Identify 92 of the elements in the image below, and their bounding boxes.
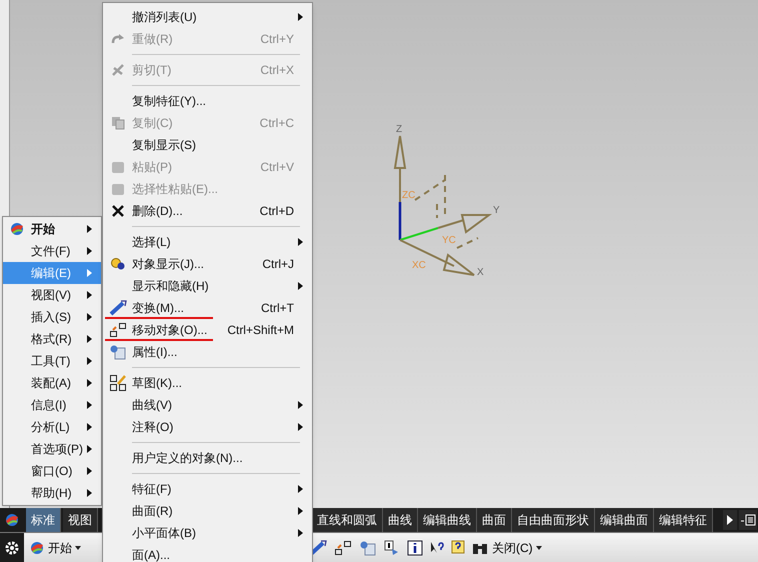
menu-item[interactable]: 移动对象(O)... Ctrl+Shift+M bbox=[103, 319, 312, 341]
context-help-icon[interactable] bbox=[430, 540, 444, 554]
toolbar-tab[interactable]: 标准 bbox=[26, 508, 61, 532]
menu-item[interactable]: 草图(K)... bbox=[103, 372, 312, 394]
close-button[interactable]: 关闭(C) bbox=[492, 538, 542, 556]
properties-icon bbox=[359, 540, 377, 556]
submenu-arrow-icon bbox=[87, 225, 92, 233]
menu-item[interactable]: 装配(A) bbox=[3, 372, 101, 394]
menu-item[interactable]: 曲面(R) bbox=[103, 500, 312, 522]
sketch-icon bbox=[108, 374, 126, 392]
menu-item[interactable]: 分析(L) bbox=[3, 416, 101, 438]
toolbar-tab[interactable]: 视图 bbox=[63, 508, 98, 532]
submenu-arrow-icon bbox=[298, 485, 303, 493]
submenu-arrow-icon bbox=[298, 282, 303, 290]
menu-item[interactable]: 插入(S) bbox=[3, 306, 101, 328]
move-object-icon bbox=[334, 540, 352, 556]
axis-label: X bbox=[477, 267, 484, 278]
submenu-arrow-icon bbox=[298, 507, 303, 515]
submenu-arrow-icon bbox=[87, 335, 92, 343]
logo-icon bbox=[29, 540, 45, 556]
menu-item[interactable]: 格式(R) bbox=[3, 328, 101, 350]
menu-item[interactable]: 注释(O) bbox=[103, 416, 312, 438]
move-object-icon bbox=[108, 322, 126, 338]
info-icon[interactable] bbox=[407, 540, 423, 556]
toolbar-options-icon[interactable] bbox=[739, 510, 757, 530]
menu-item[interactable]: 视图(V) bbox=[3, 284, 101, 306]
submenu-arrow-icon bbox=[87, 467, 92, 475]
toolbar-tab[interactable]: 曲面 bbox=[477, 508, 512, 532]
axis-label: Y bbox=[493, 205, 500, 216]
menu-item[interactable]: 首选项(P) bbox=[3, 438, 101, 460]
copy-icon bbox=[110, 116, 124, 130]
submenu-arrow-icon bbox=[87, 269, 92, 277]
start-button[interactable]: 开始 bbox=[26, 538, 84, 556]
menu-item[interactable]: 面(A)... bbox=[103, 544, 312, 562]
menu-item[interactable]: 帮助(H) bbox=[3, 482, 101, 504]
submenu-arrow-icon bbox=[298, 401, 303, 409]
menu-item[interactable]: 特征(F) bbox=[103, 478, 312, 500]
menu-item[interactable]: 文件(F) bbox=[3, 240, 101, 262]
submenu-arrow-icon bbox=[87, 313, 92, 321]
menu-item[interactable]: 开始 bbox=[3, 218, 101, 240]
menu-item[interactable]: 显示和隐藏(H) bbox=[103, 275, 312, 297]
axis-label: XC bbox=[412, 260, 426, 271]
menu-item[interactable]: 变换(M)... Ctrl+T bbox=[103, 297, 312, 319]
submenu-arrow-icon bbox=[87, 423, 92, 431]
submenu-arrow-icon bbox=[87, 401, 92, 409]
properties-icon bbox=[108, 344, 126, 360]
menu-item[interactable]: 删除(D)... Ctrl+D bbox=[103, 200, 312, 222]
menu-item[interactable]: 选择(L) bbox=[103, 231, 312, 253]
submenu-arrow-icon bbox=[298, 423, 303, 431]
submenu-arrow-icon bbox=[87, 489, 92, 497]
cut-icon bbox=[110, 63, 124, 77]
axis-label: ZC bbox=[402, 190, 416, 201]
paste-icon bbox=[110, 182, 124, 196]
toolbar-tab[interactable]: 直线和圆弧 bbox=[312, 508, 383, 532]
toolbar-tab[interactable]: 编辑曲面 bbox=[595, 508, 654, 532]
menu-item[interactable]: 复制显示(S) bbox=[103, 134, 312, 156]
menu-item[interactable]: 窗口(O) bbox=[3, 460, 101, 482]
transform-icon bbox=[108, 300, 126, 316]
submenu-arrow-icon bbox=[298, 13, 303, 21]
menu-item[interactable]: 复制特征(Y)... bbox=[103, 90, 312, 112]
dropdown-caret-icon bbox=[75, 546, 81, 550]
toolbar-tab[interactable]: 自由曲面形状 bbox=[512, 508, 595, 532]
logo-icon bbox=[9, 221, 25, 237]
submenu-arrow-icon bbox=[298, 529, 303, 537]
submenu-arrow-icon bbox=[87, 291, 92, 299]
delete-icon bbox=[110, 204, 124, 218]
menu-item[interactable]: 工具(T) bbox=[3, 350, 101, 372]
toolbar-tab[interactable]: 编辑特征 bbox=[654, 508, 713, 532]
toolbar-tab[interactable]: 编辑曲线 bbox=[418, 508, 477, 532]
redo-icon bbox=[110, 33, 124, 45]
dropdown-caret-icon bbox=[536, 546, 542, 550]
menu-item[interactable]: 曲线(V) bbox=[103, 394, 312, 416]
help-icon[interactable] bbox=[451, 540, 465, 556]
axis-label: YC bbox=[442, 235, 456, 246]
menu-item[interactable]: 用户定义的对象(N)... bbox=[103, 447, 312, 469]
submenu-arrow-icon bbox=[298, 238, 303, 246]
settings-icon[interactable] bbox=[5, 540, 19, 554]
logo-icon bbox=[4, 512, 20, 528]
axis-label: Z bbox=[396, 124, 402, 135]
submenu-arrow-icon bbox=[87, 357, 92, 365]
info-object-icon[interactable] bbox=[384, 540, 400, 556]
menu-item[interactable]: 小平面体(B) bbox=[103, 522, 312, 544]
submenu-arrow-icon bbox=[87, 247, 92, 255]
menu-item[interactable]: 属性(I)... bbox=[103, 341, 312, 363]
submenu-arrow-icon bbox=[87, 379, 92, 387]
submenu-arrow-icon bbox=[87, 445, 92, 453]
menu-item[interactable]: 撤消列表(U) bbox=[103, 6, 312, 28]
paste-icon bbox=[110, 160, 124, 174]
object-display-icon bbox=[110, 257, 126, 271]
menu-item[interactable]: 信息(I) bbox=[3, 394, 101, 416]
toolbar-tab[interactable]: 曲线 bbox=[383, 508, 418, 532]
menu-item[interactable]: 对象显示(J)... Ctrl+J bbox=[103, 253, 312, 275]
